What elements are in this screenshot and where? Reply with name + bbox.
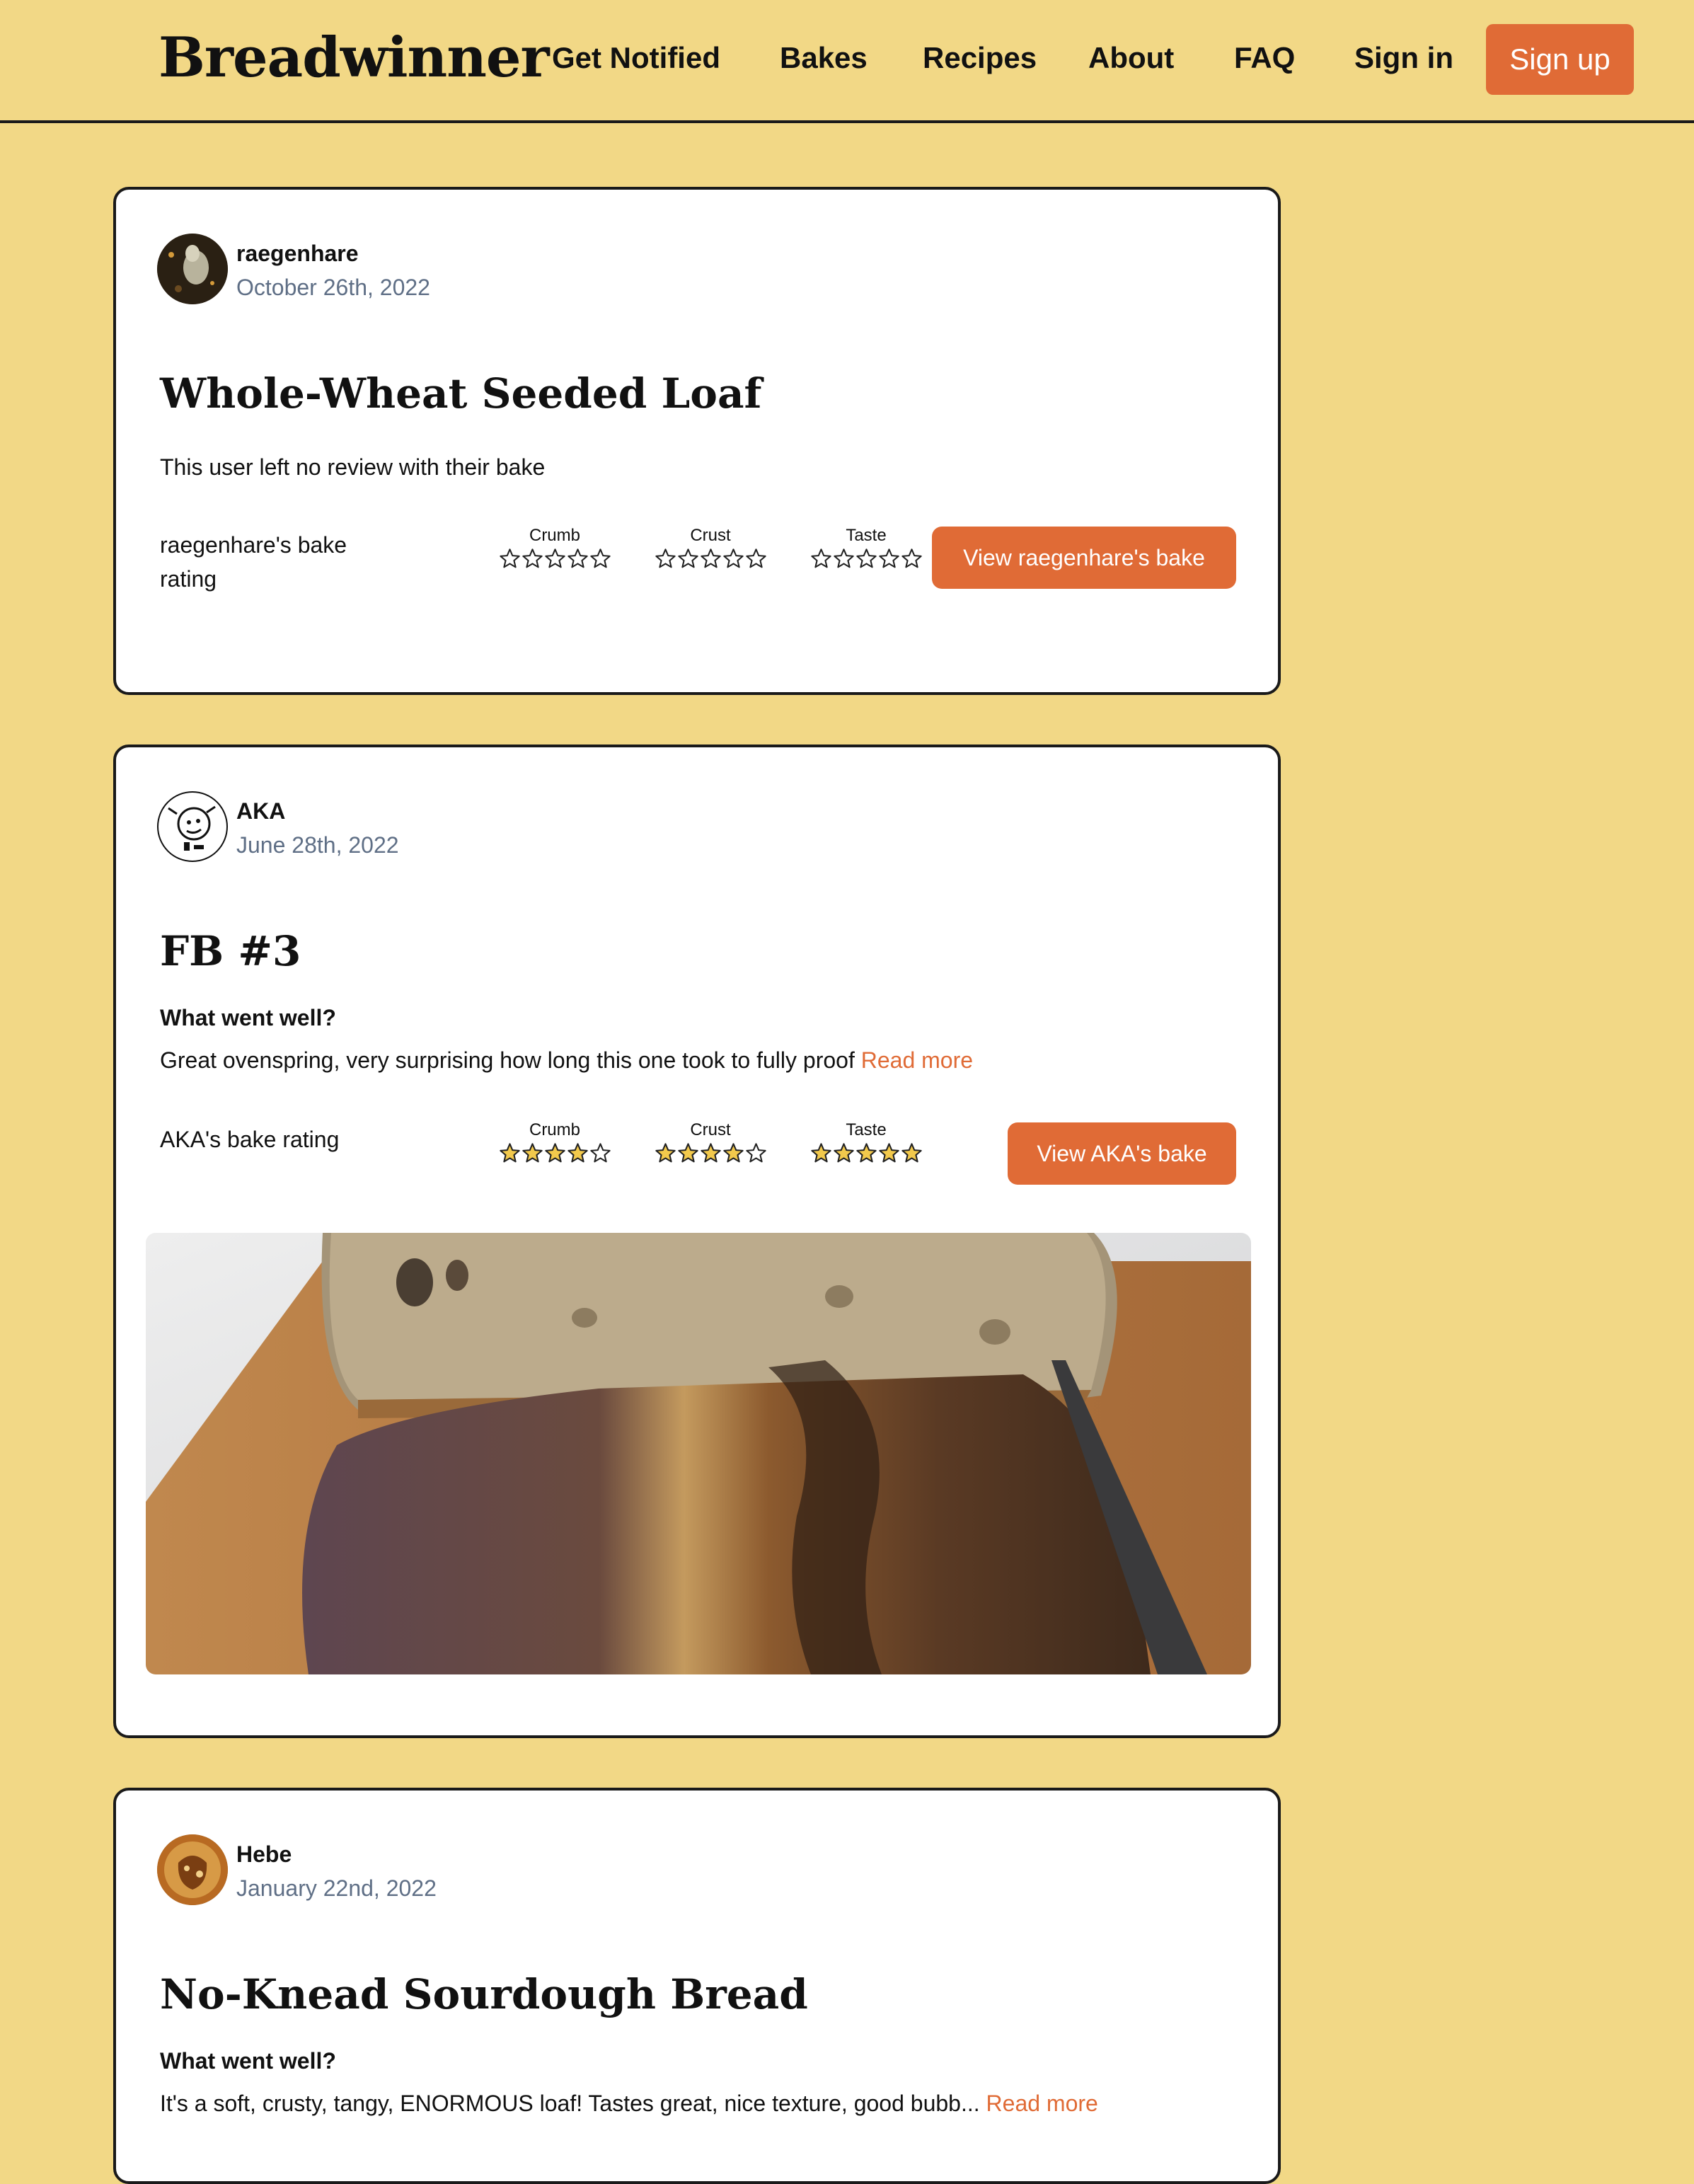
star-empty-icon — [833, 548, 854, 568]
star-empty-icon — [810, 548, 831, 568]
avatar-photo-raegenhare — [157, 234, 228, 304]
star-filled-icon — [833, 1143, 854, 1163]
star-empty-icon — [499, 548, 520, 568]
star-filled-icon — [567, 1143, 588, 1163]
nav-faq[interactable]: FAQ — [1234, 37, 1295, 79]
star-filled-icon — [499, 1143, 520, 1163]
user-avatar[interactable] — [157, 234, 228, 304]
star-empty-icon — [567, 548, 588, 568]
star-rating — [650, 1142, 771, 1164]
bake-title[interactable]: No-Knead Sourdough Bread — [160, 1966, 808, 2023]
star-rating — [650, 548, 771, 570]
site-logo[interactable]: Breadwinner — [159, 21, 550, 95]
star-empty-icon — [522, 548, 543, 568]
rating-taste: Taste — [806, 525, 926, 570]
avatar-photo-hebe — [157, 1834, 228, 1905]
bread-photo-image — [146, 1233, 1251, 1674]
rating-name-crumb: Crumb — [529, 1120, 580, 1139]
rating-name-crust: Crust — [690, 526, 731, 545]
rating-crumb: Crumb — [495, 1120, 615, 1164]
rating-crust: Crust — [650, 1120, 771, 1164]
star-filled-icon — [855, 1143, 877, 1163]
review-text: Great ovenspring, very surprising how lo… — [160, 1045, 973, 1076]
rating-name-crust: Crust — [690, 1120, 731, 1139]
bake-photo[interactable] — [146, 1233, 1251, 1674]
nav-recipes[interactable]: Recipes — [923, 37, 1037, 79]
star-empty-icon — [855, 548, 877, 568]
star-empty-icon — [745, 1143, 766, 1163]
rating-label: raegenhare's bake rating — [160, 532, 347, 592]
star-filled-icon — [677, 1143, 698, 1163]
star-rating — [495, 548, 615, 570]
star-rating — [806, 1142, 926, 1164]
star-empty-icon — [722, 548, 744, 568]
review-text: It's a soft, crusty, tangy, ENORMOUS loa… — [160, 2088, 1098, 2119]
bake-date: January 22nd, 2022 — [236, 1875, 437, 1901]
view-bake-button[interactable]: View AKA's bake — [1008, 1122, 1236, 1185]
star-empty-icon — [677, 548, 698, 568]
star-filled-icon — [655, 1143, 676, 1163]
review-heading: What went well? — [160, 1005, 336, 1030]
rating-name-taste: Taste — [846, 526, 887, 545]
user-avatar[interactable] — [157, 791, 228, 862]
star-empty-icon — [878, 548, 899, 568]
review-body: It's a soft, crusty, tangy, ENORMOUS loa… — [160, 2091, 980, 2116]
star-empty-icon — [745, 548, 766, 568]
read-more-link[interactable]: Read more — [986, 2091, 1098, 2116]
star-empty-icon — [700, 548, 721, 568]
star-filled-icon — [722, 1143, 744, 1163]
nav-get-notified[interactable]: Get Notified — [552, 37, 720, 79]
star-empty-icon — [901, 548, 922, 568]
username[interactable]: Hebe — [236, 1839, 292, 1870]
rating-name-crumb: Crumb — [529, 526, 580, 545]
review-body: Great ovenspring, very surprising how lo… — [160, 1047, 855, 1073]
bake-card: AKA June 28th, 2022 FB #3 What went well… — [113, 745, 1281, 1738]
rating-taste: Taste — [806, 1120, 926, 1164]
review-text: This user left no review with their bake — [160, 454, 546, 480]
sign-up-button[interactable]: Sign up — [1486, 24, 1634, 95]
star-empty-icon — [655, 548, 676, 568]
rating-crust: Crust — [650, 525, 771, 570]
star-filled-icon — [901, 1143, 922, 1163]
user-avatar[interactable] — [157, 1834, 228, 1905]
bake-title[interactable]: Whole-Wheat Seeded Loaf — [160, 365, 762, 422]
review-heading: What went well? — [160, 2048, 336, 2074]
username[interactable]: AKA — [236, 795, 285, 827]
view-bake-button[interactable]: View raegenhare's bake — [932, 527, 1236, 589]
site-header: Breadwinner Get Notified Bakes Recipes A… — [0, 0, 1694, 123]
bake-date: June 28th, 2022 — [236, 832, 399, 858]
username[interactable]: raegenhare — [236, 238, 359, 269]
star-empty-icon — [544, 548, 565, 568]
star-empty-icon — [589, 1143, 611, 1163]
bake-card: raegenhare October 26th, 2022 Whole-Whea… — [113, 187, 1281, 695]
star-rating — [495, 1142, 615, 1164]
nav-bakes[interactable]: Bakes — [780, 37, 868, 79]
bake-date: October 26th, 2022 — [236, 275, 430, 300]
read-more-link[interactable]: Read more — [861, 1047, 973, 1073]
star-rating — [806, 548, 926, 570]
rating-name-taste: Taste — [846, 1120, 887, 1139]
rating-crumb: Crumb — [495, 525, 615, 570]
nav-about[interactable]: About — [1088, 37, 1174, 79]
bake-title[interactable]: FB #3 — [160, 923, 301, 979]
avatar-cartoon-aka — [168, 805, 216, 851]
star-filled-icon — [810, 1143, 831, 1163]
star-filled-icon — [522, 1143, 543, 1163]
star-filled-icon — [544, 1143, 565, 1163]
star-filled-icon — [700, 1143, 721, 1163]
star-filled-icon — [878, 1143, 899, 1163]
rating-label: AKA's bake rating — [160, 1127, 340, 1152]
nav-sign-in[interactable]: Sign in — [1354, 37, 1453, 79]
star-empty-icon — [589, 548, 611, 568]
bake-card: Hebe January 22nd, 2022 No-Knead Sourdou… — [113, 1788, 1281, 2184]
